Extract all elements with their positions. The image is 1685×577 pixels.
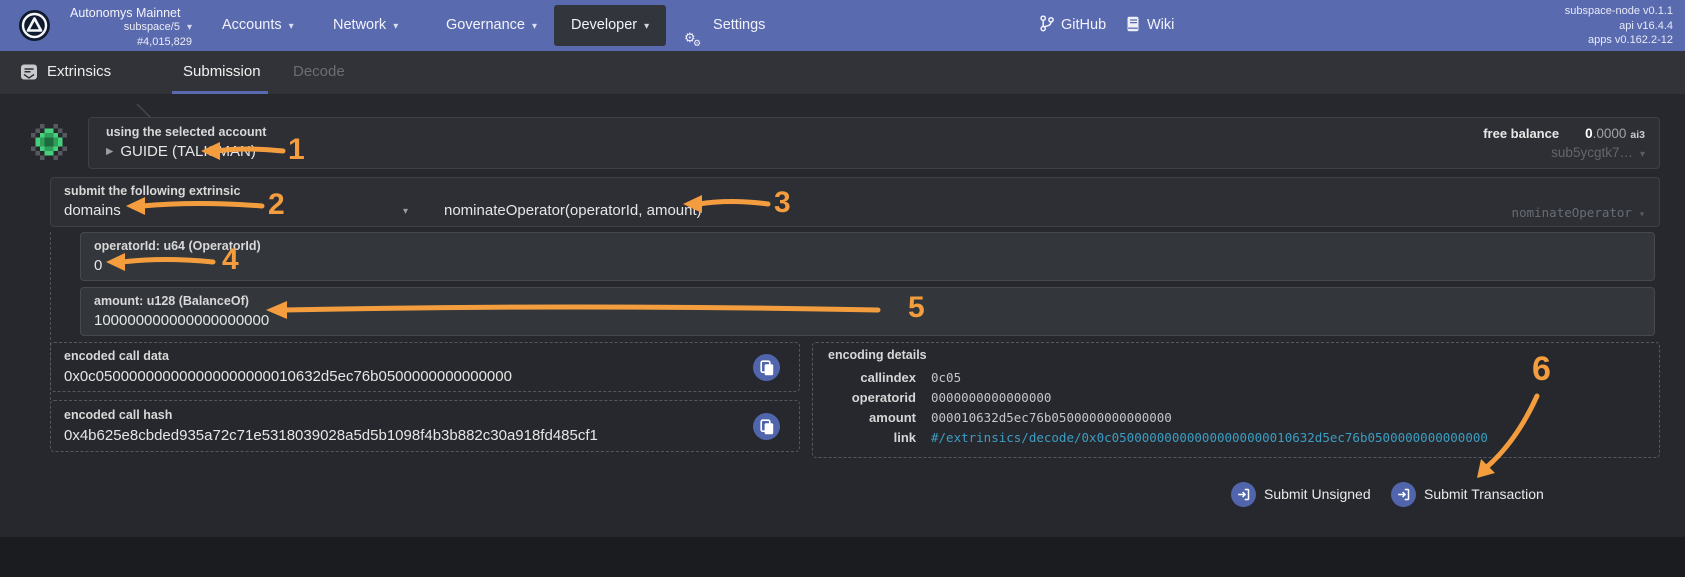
git-branch-icon (1040, 15, 1054, 32)
nav-wiki[interactable]: Wiki (1126, 0, 1174, 51)
copy-icon (759, 418, 773, 434)
encoded-call-hash-box: encoded call hash 0x4b625e8cbded935a72c7… (50, 400, 800, 452)
block-number: #4,015,829 (136, 36, 192, 48)
autonomys-logo-icon[interactable] (19, 10, 50, 41)
enc-callindex-label: callindex (860, 369, 916, 385)
copy-call-data-button[interactable] (753, 354, 780, 381)
version-info: subspace-node v0.1.1 api v16.4.4 apps v0… (1565, 4, 1673, 48)
nav-github[interactable]: GitHub (1040, 0, 1106, 51)
extrinsics-icon (21, 64, 37, 80)
encoded-call-data-value: 0x0c050000000000000000000010632d5ec76b05… (64, 368, 512, 385)
account-select-row: using the selected account GUIDE (TALISM… (88, 117, 1660, 169)
nav-network-label: Network (333, 17, 387, 33)
encoded-call-hash-label: encoded call hash (64, 408, 173, 422)
nav-wiki-label: Wiki (1147, 17, 1175, 33)
account-select-label: using the selected account (106, 125, 267, 139)
free-balance-label: free balance (1483, 126, 1560, 141)
extrinsics-page: Autonomys Mainnet subspace/5 #4,015,829 … (0, 0, 1685, 577)
account-select[interactable]: GUIDE (TALISMAN) (106, 143, 256, 160)
api-version: api v16.4.4 (1619, 19, 1673, 32)
param-amount-label: amount: u128 (BalanceOf) (94, 294, 249, 308)
encoding-details-label: encoding details (828, 348, 927, 362)
nav-github-label: GitHub (1061, 17, 1107, 33)
enc-operatorid-label: operatorid (851, 389, 916, 405)
nav-accounts-label: Accounts (222, 17, 282, 33)
nav-developer-label: Developer (571, 17, 638, 33)
submit-unsigned-button[interactable]: Submit Unsigned (1231, 481, 1371, 507)
guide-number-2: 2 (268, 188, 285, 221)
extrinsic-select-row: submit the following extrinsic domains ▾… (50, 177, 1660, 227)
extrinsic-select-label: submit the following extrinsic (64, 184, 241, 198)
sign-in-icon (1231, 481, 1256, 507)
settings-gears-icon: ⚙ ⚙ (684, 30, 702, 48)
submit-transaction-label: Submit Transaction (1424, 486, 1544, 502)
copy-call-hash-button[interactable] (753, 413, 780, 440)
section-chevron-down-icon[interactable]: ▾ (403, 206, 408, 217)
sign-in-icon (1391, 481, 1416, 507)
guide-number-1: 1 (288, 133, 305, 166)
top-nav: Autonomys Mainnet subspace/5 #4,015,829 … (0, 0, 1685, 51)
balance-int: 0 (1585, 126, 1593, 141)
tab-submission[interactable]: Submission (183, 63, 261, 80)
enc-callindex-value: 0c05 (931, 369, 962, 385)
nav-governance-label: Governance (446, 17, 525, 33)
encoding-row-amount: amount 000010632d5ec76b0500000000000000 (828, 407, 1649, 427)
guide-number-5: 5 (908, 291, 925, 324)
guide-number-6: 6 (1532, 350, 1551, 388)
enc-amount-value: 000010632d5ec76b0500000000000000 (931, 409, 1172, 425)
book-icon (1127, 16, 1139, 32)
account-name: GUIDE (TALISMAN) (120, 143, 256, 160)
guide-number-4: 4 (222, 243, 239, 276)
enc-decode-link[interactable]: #/extrinsics/decode/0x0c0500000000000000… (931, 430, 1488, 445)
enc-operatorid-value: 0000000000000000 (931, 389, 1052, 405)
nav-settings-label: Settings (713, 17, 766, 33)
footer-strip (0, 537, 1685, 577)
active-tab-underline (172, 91, 268, 94)
submit-unsigned-label: Submit Unsigned (1264, 486, 1371, 502)
nav-developer[interactable]: Developer (554, 5, 667, 46)
param-amount: amount: u128 (BalanceOf) 100000000000000… (80, 287, 1655, 336)
apps-version: apps v0.162.2-12 (1587, 34, 1673, 46)
encoding-row-callindex: callindex 0c05 (828, 367, 1649, 387)
balance-frac: .0000 (1592, 126, 1627, 141)
balance-unit: ai3 (1630, 129, 1645, 141)
chevron-down-icon (180, 21, 192, 33)
encoded-call-hash-value: 0x4b625e8cbded935a72c71e5318039028a5d5b1… (64, 427, 598, 444)
guide-number-3: 3 (774, 186, 791, 219)
free-balance: free balance 0.0000 ai3 (1483, 126, 1645, 141)
nav-settings[interactable]: ⚙ ⚙ Settings (684, 0, 765, 51)
section-select[interactable]: domains (64, 202, 121, 219)
method-select[interactable]: nominateOperator(operatorId, amount) (444, 202, 702, 219)
account-address-short: sub5ycgtk7… (1551, 145, 1633, 160)
encoding-row-operatorid: operatorid 0000000000000000 (828, 387, 1649, 407)
encoding-row-link: link #/extrinsics/decode/0x0c05000000000… (828, 427, 1649, 447)
param-operatorid-input[interactable]: 0 (94, 257, 102, 274)
nav-network[interactable]: Network (333, 0, 398, 51)
enc-amount-label: amount (869, 409, 916, 425)
encoded-call-data-label: encoded call data (64, 349, 169, 363)
submit-transaction-button[interactable]: Submit Transaction (1391, 481, 1544, 507)
account-address-toggle[interactable]: sub5ycgtk7… (1551, 145, 1645, 160)
breadcrumb-app: Extrinsics (47, 63, 112, 80)
method-selected-display[interactable]: nominateOperator (1512, 205, 1645, 220)
encoded-call-data-box: encoded call data 0x0c050000000000000000… (50, 342, 800, 392)
account-identicon[interactable] (31, 124, 67, 160)
method-selected-name: nominateOperator (1511, 205, 1632, 220)
nav-accounts[interactable]: Accounts (222, 0, 294, 51)
copy-icon (759, 359, 773, 375)
enc-link-label: link (893, 429, 916, 445)
tab-bar: Extrinsics Submission Decode (0, 51, 1685, 145)
tab-decode[interactable]: Decode (293, 63, 345, 80)
chain-name: Autonomys Mainnet (70, 6, 181, 20)
param-operatorid: operatorId: u64 (OperatorId) 0 (80, 232, 1655, 281)
node-version: subspace-node v0.1.1 (1564, 5, 1673, 17)
param-amount-input[interactable]: 100000000000000000000 (94, 312, 269, 329)
runtime-label: subspace/5 (123, 21, 180, 33)
chain-selector[interactable]: Autonomys Mainnet subspace/5 #4,015,829 (70, 6, 192, 49)
nav-governance[interactable]: Governance (446, 0, 537, 51)
